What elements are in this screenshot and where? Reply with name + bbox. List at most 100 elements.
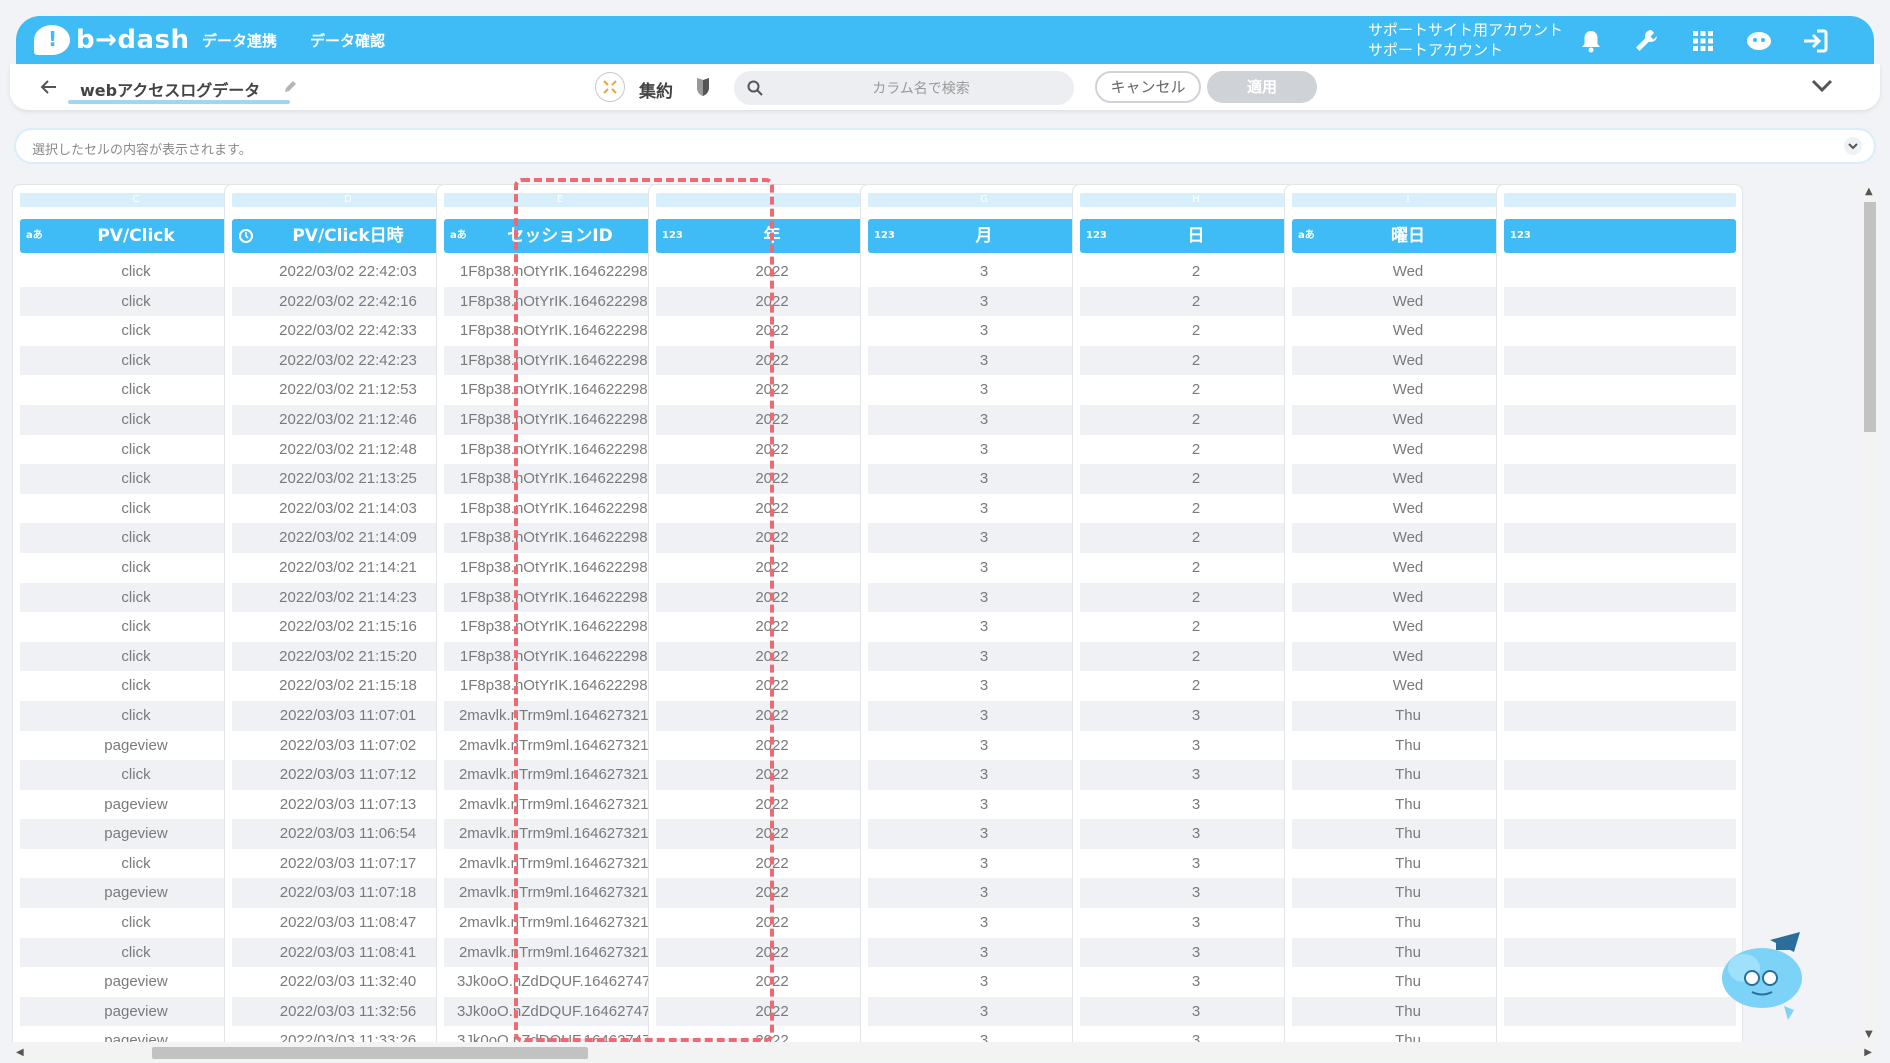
- chevron-down-icon[interactable]: [1844, 137, 1862, 155]
- table-cell[interactable]: 2022/03/03 11:08:41: [232, 937, 464, 968]
- account-info[interactable]: サポートサイト用アカウント サポートアカウント: [1368, 20, 1563, 60]
- table-cell[interactable]: 3: [868, 819, 1100, 849]
- table-cell[interactable]: 2: [1080, 641, 1312, 672]
- table-cell[interactable]: 3: [1080, 819, 1312, 849]
- table-cell[interactable]: 2022: [656, 878, 888, 909]
- table-cell[interactable]: 2022/03/03 11:07:02: [232, 731, 464, 761]
- table-cell[interactable]: 2022: [656, 700, 888, 731]
- table-cell[interactable]: 2022/03/02 22:42:33: [232, 316, 464, 346]
- table-cell[interactable]: 2022/03/02 21:14:23: [232, 582, 464, 613]
- table-cell[interactable]: 2022: [656, 316, 888, 346]
- table-cell[interactable]: 2mavlk.nTrm9ml.164627321...: [444, 849, 676, 879]
- vertical-scroll-thumb[interactable]: [1864, 202, 1876, 432]
- table-cell[interactable]: Thu: [1292, 967, 1524, 997]
- table-cell[interactable]: 2022: [656, 1026, 888, 1042]
- table-cell[interactable]: click: [20, 404, 252, 435]
- table-cell[interactable]: 3: [1080, 1026, 1312, 1042]
- table-cell[interactable]: pageview: [20, 790, 252, 820]
- table-cell[interactable]: click: [20, 316, 252, 346]
- table-cell[interactable]: 3: [1080, 937, 1312, 968]
- table-cell[interactable]: [1504, 464, 1736, 494]
- vertical-scrollbar[interactable]: ▲ ▼: [1862, 184, 1878, 1042]
- table-cell[interactable]: Wed: [1292, 494, 1524, 524]
- column-letter[interactable]: H: [1080, 193, 1312, 207]
- table-cell[interactable]: 2022/03/03 11:07:18: [232, 878, 464, 909]
- bdash-logo[interactable]: b→dash: [34, 23, 190, 57]
- table-cell[interactable]: 3Jk0oO.nZdDQUF.16462747...: [444, 1026, 676, 1042]
- grid-apps-icon[interactable]: [1688, 26, 1718, 56]
- table-cell[interactable]: 3: [868, 967, 1100, 997]
- table-cell[interactable]: [1504, 878, 1736, 909]
- table-cell[interactable]: Thu: [1292, 731, 1524, 761]
- table-cell[interactable]: 2: [1080, 553, 1312, 583]
- table-cell[interactable]: 2022: [656, 849, 888, 879]
- table-cell[interactable]: 2022/03/03 11:32:56: [232, 996, 464, 1027]
- table-cell[interactable]: [1504, 494, 1736, 524]
- table-cell[interactable]: 3: [1080, 790, 1312, 820]
- table-cell[interactable]: 3: [868, 1026, 1100, 1042]
- table-cell[interactable]: 2022: [656, 494, 888, 524]
- table-cell[interactable]: 3: [868, 731, 1100, 761]
- column-letter[interactable]: D: [232, 193, 464, 207]
- table-cell[interactable]: [1504, 790, 1736, 820]
- cell-content-display[interactable]: 選択したセルの内容が表示されます。: [14, 128, 1876, 164]
- table-cell[interactable]: 3: [868, 700, 1100, 731]
- nav-data-check[interactable]: データ確認: [310, 30, 385, 51]
- table-cell[interactable]: click: [20, 375, 252, 405]
- table-cell[interactable]: 3: [1080, 967, 1312, 997]
- table-cell[interactable]: 1F8p38.nOtYrIK.164622298...: [444, 464, 676, 494]
- table-cell[interactable]: click: [20, 671, 252, 701]
- table-cell[interactable]: 3: [1080, 878, 1312, 909]
- table-cell[interactable]: Wed: [1292, 671, 1524, 701]
- table-cell[interactable]: 2022/03/03 11:07:17: [232, 849, 464, 879]
- table-cell[interactable]: 2022: [656, 996, 888, 1027]
- table-cell[interactable]: 3: [1080, 700, 1312, 731]
- table-cell[interactable]: click: [20, 286, 252, 317]
- table-cell[interactable]: pageview: [20, 878, 252, 909]
- table-cell[interactable]: 1F8p38.nOtYrIK.164622298...: [444, 286, 676, 317]
- table-cell[interactable]: 2: [1080, 375, 1312, 405]
- table-cell[interactable]: 2: [1080, 404, 1312, 435]
- table-cell[interactable]: 2022/03/02 21:15:16: [232, 612, 464, 642]
- table-cell[interactable]: 3: [868, 996, 1100, 1027]
- table-cell[interactable]: 3: [868, 286, 1100, 317]
- table-cell[interactable]: 2mavlk.nTrm9ml.164627321...: [444, 819, 676, 849]
- table-cell[interactable]: 2022: [656, 790, 888, 820]
- table-cell[interactable]: 2022: [656, 523, 888, 553]
- wrench-icon[interactable]: [1632, 26, 1662, 56]
- table-cell[interactable]: Thu: [1292, 908, 1524, 938]
- table-cell[interactable]: 2022/03/03 11:07:01: [232, 700, 464, 731]
- table-cell[interactable]: [1504, 819, 1736, 849]
- table-cell[interactable]: click: [20, 435, 252, 465]
- column-header[interactable]: PV/Click日時: [232, 219, 464, 253]
- column-header[interactable]: 123 日: [1080, 219, 1312, 253]
- table-cell[interactable]: [1504, 908, 1736, 938]
- table-cell[interactable]: 2022: [656, 671, 888, 701]
- table-cell[interactable]: 3Jk0oO.nZdDQUF.16462747...: [444, 996, 676, 1027]
- table-cell[interactable]: 3: [868, 345, 1100, 376]
- table-cell[interactable]: Wed: [1292, 375, 1524, 405]
- table-cell[interactable]: click: [20, 494, 252, 524]
- table-cell[interactable]: click: [20, 641, 252, 672]
- table-cell[interactable]: 3: [868, 494, 1100, 524]
- table-cell[interactable]: Thu: [1292, 849, 1524, 879]
- table-cell[interactable]: 3: [868, 464, 1100, 494]
- table-cell[interactable]: 2: [1080, 435, 1312, 465]
- table-cell[interactable]: Wed: [1292, 345, 1524, 376]
- table-cell[interactable]: 2022: [656, 553, 888, 583]
- table-cell[interactable]: 2022: [656, 760, 888, 790]
- aggregate-icon[interactable]: [595, 72, 625, 102]
- table-cell[interactable]: 1F8p38.nOtYrIK.164622298...: [444, 375, 676, 405]
- table-cell[interactable]: Wed: [1292, 553, 1524, 583]
- table-cell[interactable]: 1F8p38.nOtYrIK.164622298...: [444, 641, 676, 672]
- table-cell[interactable]: 2022/03/02 21:12:48: [232, 435, 464, 465]
- table-cell[interactable]: 2mavlk.nTrm9ml.164627321...: [444, 878, 676, 909]
- table-cell[interactable]: click: [20, 582, 252, 613]
- table-cell[interactable]: 2022: [656, 257, 888, 287]
- table-cell[interactable]: 3: [868, 316, 1100, 346]
- table-cell[interactable]: 3: [1080, 731, 1312, 761]
- table-cell[interactable]: 2022/03/02 21:14:21: [232, 553, 464, 583]
- table-cell[interactable]: Thu: [1292, 1026, 1524, 1042]
- logout-icon[interactable]: [1800, 26, 1830, 56]
- bell-icon[interactable]: [1576, 26, 1606, 56]
